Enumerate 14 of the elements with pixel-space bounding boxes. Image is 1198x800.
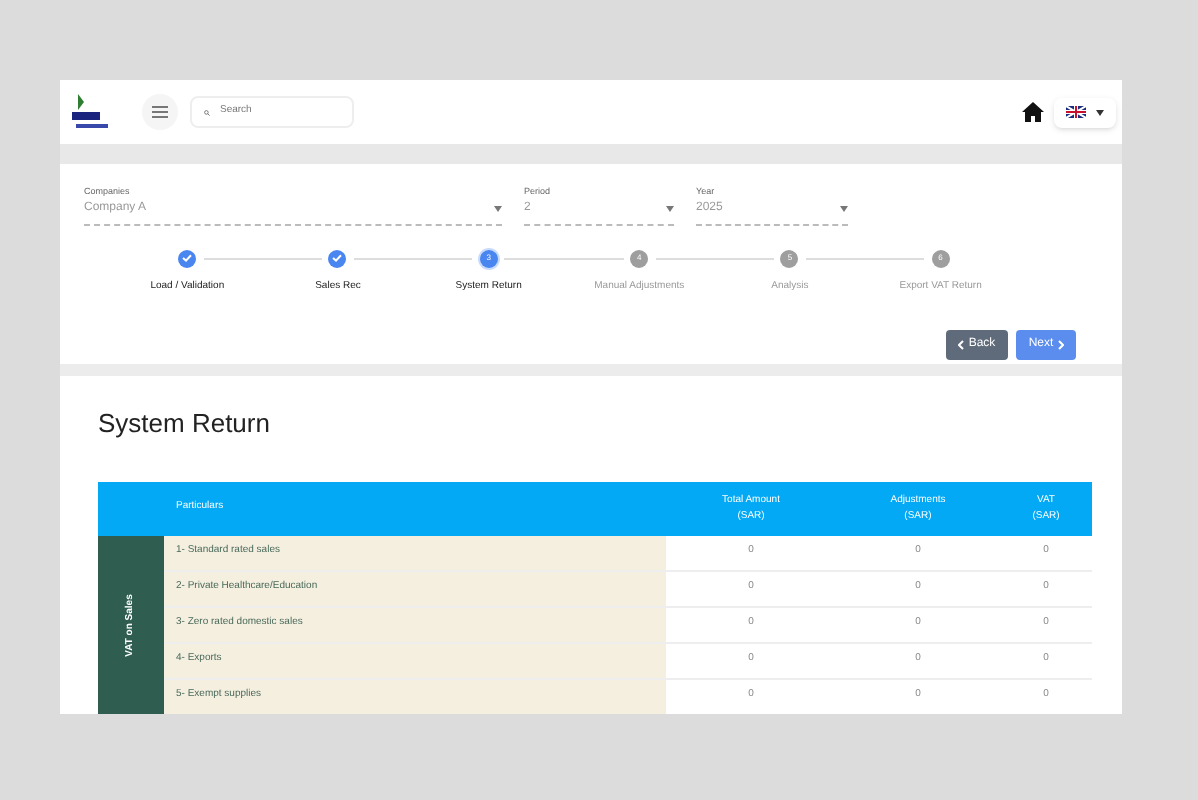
search-icon [204,105,210,119]
chevron-right-icon [1057,340,1064,350]
flag-icon [1066,106,1086,118]
logo-icon [66,90,114,134]
menu-icon [152,106,168,118]
language-dropdown[interactable] [1054,97,1116,127]
caret-icon [666,205,674,212]
menu-button[interactable] [142,94,178,130]
chevron-left-icon [958,340,965,350]
home-icon[interactable] [1022,102,1044,122]
caret-icon [840,205,848,212]
caret-icon [494,205,502,212]
section-title: System Return [98,406,272,442]
caret-icon [1096,109,1104,115]
